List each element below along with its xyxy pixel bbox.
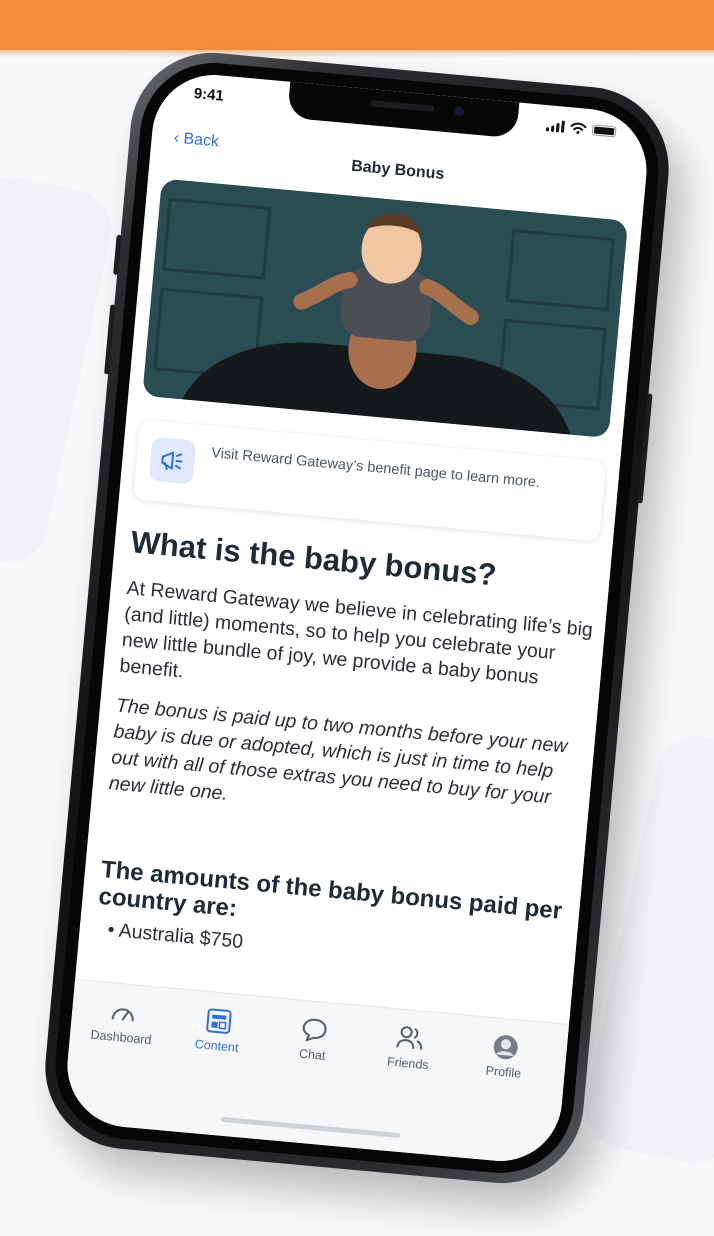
tab-content[interactable]: Content [171,1003,265,1057]
avatar [493,1035,518,1060]
phone-mockup: 9:41 ‹ Back Baby Bonus Visit Reward Gate… [38,45,676,1191]
list-item: • Australia $750 [106,918,245,953]
wifi-icon [570,122,587,135]
megaphone-icon [148,436,197,485]
camera [453,105,465,117]
tab-label: Content [194,1037,240,1055]
tab-label: Friends [386,1054,430,1073]
friends-icon [396,1026,423,1050]
tab-label: Chat [298,1046,327,1063]
status-icons [545,119,617,138]
battery-icon [591,124,617,138]
brand-banner [0,0,714,58]
chat-bubble-icon [302,1018,327,1042]
app-screen: 9:41 ‹ Back Baby Bonus Visit Reward Gate… [62,69,652,1167]
tab-friends[interactable]: Friends [362,1021,456,1075]
list-item-text: Australia $750 [117,919,245,953]
tab-profile[interactable]: Profile [458,1029,552,1083]
status-time: 9:41 [193,85,225,105]
speaker [370,100,435,112]
tab-label: Dashboard [89,1027,153,1048]
speedometer-icon [111,1008,134,1022]
content-icon [206,1008,232,1034]
tab-label: Profile [485,1063,522,1081]
info-card[interactable]: Visit Reward Gateway’s benefit page to l… [132,419,607,542]
tab-dashboard[interactable]: Dashboard [76,994,170,1048]
hero-photo [142,178,629,439]
info-card-text: Visit Reward Gateway’s benefit page to l… [210,445,541,491]
hero-image [142,178,629,439]
home-indicator [220,1116,401,1139]
signal-icon [545,119,565,133]
tab-chat[interactable]: Chat [267,1012,361,1066]
